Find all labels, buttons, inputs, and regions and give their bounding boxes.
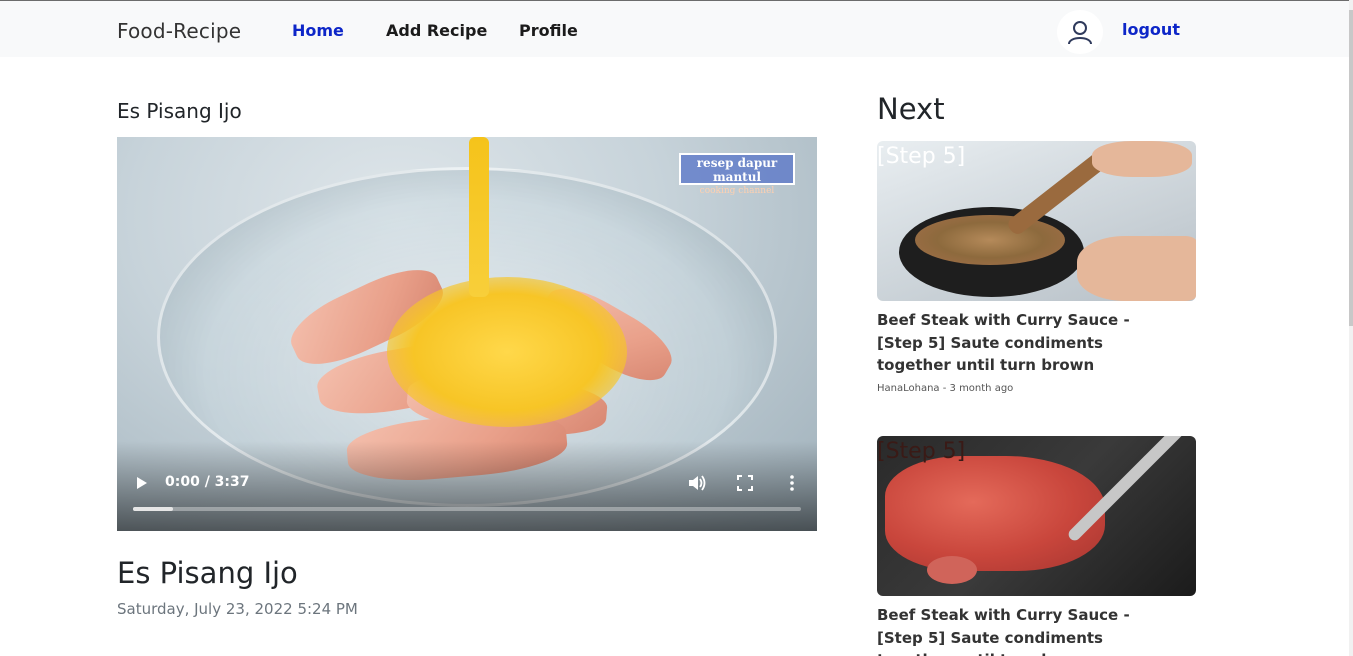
fullscreen-icon[interactable] — [736, 474, 754, 492]
hand-image — [1077, 236, 1196, 301]
volume-icon[interactable] — [687, 474, 707, 492]
video-progress-bar[interactable] — [133, 507, 801, 511]
thumbnail-step-label: [Step 5] — [877, 439, 966, 464]
thumbnail-step-label: [Step 5] — [877, 144, 966, 169]
recipe-thumbnail[interactable]: [Step 5] — [877, 436, 1196, 596]
video-progress-fill — [133, 507, 174, 511]
recipe-heading: Es Pisang Ijo — [117, 99, 242, 123]
nav-home-link[interactable]: Home — [292, 21, 344, 40]
card-title[interactable]: Beef Steak with Curry Sauce - [Step 5] S… — [877, 604, 1137, 656]
watermark-line2: cooking channel — [699, 186, 775, 196]
video-watermark: resep dapur mantul cooking channel — [679, 153, 795, 196]
next-recipe-card[interactable]: [Step 5] Beef Steak with Curry Sauce - [… — [877, 436, 1197, 656]
recipe-video-player[interactable]: resep dapur mantul cooking channel 0:00 … — [117, 137, 817, 531]
scrollbar-thumb[interactable] — [1349, 10, 1353, 326]
egg-pour-image — [469, 137, 489, 297]
card-meta: HanaLohana - 3 month ago — [877, 382, 1014, 394]
more-options-icon[interactable] — [788, 474, 796, 492]
recipe-date: Saturday, July 23, 2022 5:24 PM — [117, 600, 358, 618]
hand-image — [1092, 141, 1192, 177]
video-time: 0:00 / 3:37 — [165, 474, 250, 490]
egg-image — [387, 277, 627, 427]
brand-logo[interactable]: Food-Recipe — [117, 19, 241, 43]
nav-add-recipe-link[interactable]: Add Recipe — [386, 21, 487, 40]
page-scrollbar[interactable] — [1349, 0, 1353, 656]
watermark-line1: resep dapur mantul — [696, 156, 778, 184]
logout-link[interactable]: logout — [1122, 20, 1180, 39]
next-heading: Next — [877, 92, 945, 126]
user-icon[interactable] — [1057, 10, 1103, 54]
card-title[interactable]: Beef Steak with Curry Sauce - [Step 5] S… — [877, 309, 1137, 377]
recipe-thumbnail[interactable]: [Step 5] — [877, 141, 1196, 301]
next-recipe-card[interactable]: [Step 5] Beef Steak with Curry Sauce - [… — [877, 141, 1197, 394]
nav-profile-link[interactable]: Profile — [519, 21, 578, 40]
recipe-title: Es Pisang Ijo — [117, 556, 298, 590]
play-icon[interactable] — [135, 475, 149, 491]
navbar: Food-Recipe Home Add Recipe Profile logo… — [0, 0, 1353, 57]
food-image — [915, 215, 1065, 265]
steak-piece-image — [927, 556, 977, 584]
steak-image — [885, 456, 1105, 571]
